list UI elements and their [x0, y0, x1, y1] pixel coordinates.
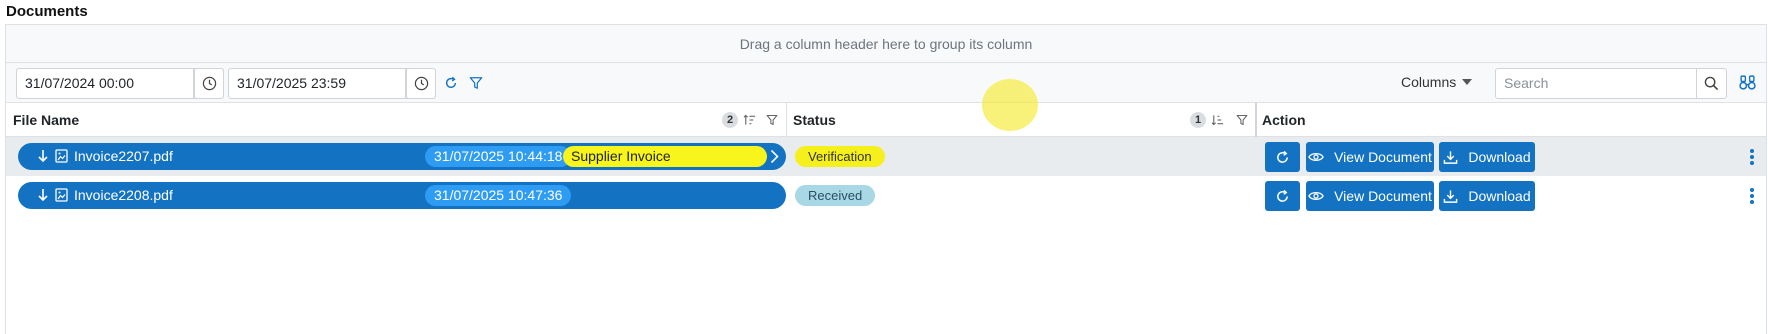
download-button[interactable]: Download	[1439, 181, 1535, 211]
download-icon	[1444, 150, 1458, 164]
grid-toolbar: 31/07/2024 00:00 31/07/2025 23:59 Column…	[6, 63, 1766, 103]
column-filter-button[interactable]	[1234, 112, 1250, 128]
view-document-button[interactable]: View Document	[1306, 142, 1434, 172]
column-separator[interactable]	[786, 103, 787, 137]
time-to-button[interactable]	[406, 68, 436, 99]
download-label: Download	[1468, 188, 1531, 204]
file-chip[interactable]: Invoice2208.pdf 31/07/2025 10:47:36	[18, 182, 786, 209]
sort-button[interactable]	[741, 112, 757, 128]
download-icon	[1444, 189, 1458, 203]
file-name: Invoice2207.pdf	[74, 148, 173, 164]
documents-grid: Drag a column header here to group its c…	[5, 24, 1767, 334]
grid-header: File Name 2 Status 1 Action	[6, 103, 1766, 137]
caret-down-icon	[1462, 79, 1473, 85]
filter-icon	[469, 77, 483, 89]
refresh-icon	[445, 76, 457, 88]
columns-label: Columns	[1401, 74, 1457, 90]
date-from-input[interactable]: 31/07/2024 00:00	[17, 69, 193, 98]
column-header-action: Action	[1262, 103, 1306, 137]
document-type-tag: Supplier Invoice	[563, 146, 767, 167]
status-badge: Verification	[795, 146, 885, 167]
down-arrow-icon	[38, 189, 48, 202]
sort-descending-icon	[1211, 115, 1223, 126]
group-panel[interactable]: Drag a column header here to group its c…	[6, 25, 1766, 63]
file-chip[interactable]: Invoice2207.pdf 31/07/2025 10:44:18 Supp…	[18, 143, 786, 170]
filter-button[interactable]	[467, 74, 485, 92]
table-row[interactable]: Invoice2207.pdf 31/07/2025 10:44:18 Supp…	[6, 137, 1766, 176]
column-separator[interactable]	[1255, 103, 1257, 137]
image-file-icon	[55, 149, 68, 163]
eye-icon	[1308, 192, 1324, 200]
page-title: Documents	[6, 3, 88, 20]
view-document-label: View Document	[1334, 188, 1432, 204]
reprocess-button[interactable]	[1265, 181, 1300, 211]
binoculars-icon	[1739, 75, 1756, 90]
column-header-label: File Name	[13, 112, 80, 128]
clock-icon	[414, 76, 428, 91]
chevron-right-icon[interactable]	[770, 149, 779, 164]
upload-date-badge: 31/07/2025 10:47:36	[425, 185, 572, 206]
status-badge: Received	[795, 185, 876, 206]
table-row[interactable]: Invoice2208.pdf 31/07/2025 10:47:36 Rece…	[6, 176, 1766, 215]
column-header-file-name[interactable]: File Name	[13, 103, 79, 137]
sort-ascending-icon	[743, 114, 755, 125]
filter-icon	[766, 114, 778, 126]
date-to-input[interactable]: 31/07/2025 23:59	[229, 69, 405, 98]
columns-button[interactable]: Columns	[1401, 74, 1473, 90]
upload-date-badge: 31/07/2025 10:44:18	[425, 146, 572, 167]
view-document-label: View Document	[1334, 149, 1432, 165]
sort-order-badge: 2	[722, 112, 738, 128]
column-filter-button[interactable]	[764, 112, 780, 128]
sort-button[interactable]	[1209, 112, 1225, 128]
file-name: Invoice2208.pdf	[74, 187, 173, 203]
search-icon	[1704, 76, 1719, 91]
refresh-icon	[1277, 189, 1288, 202]
filter-icon	[1236, 114, 1248, 126]
column-header-status[interactable]: Status	[793, 103, 836, 137]
sort-order-badge: 1	[1190, 112, 1206, 128]
date-to-picker[interactable]: 31/07/2025 23:59	[228, 68, 436, 99]
down-arrow-icon	[38, 150, 48, 163]
search-input[interactable]: Search	[1496, 69, 1696, 98]
eye-icon	[1308, 153, 1324, 161]
kebab-menu-icon[interactable]	[1748, 186, 1756, 206]
refresh-icon	[1277, 150, 1288, 163]
clock-icon	[202, 76, 216, 91]
reprocess-button[interactable]	[1265, 142, 1300, 172]
search-box[interactable]: Search	[1495, 68, 1727, 99]
column-header-label: Status	[793, 112, 836, 128]
kebab-menu-icon[interactable]	[1748, 147, 1756, 167]
column-header-label: Action	[1262, 112, 1306, 128]
download-label: Download	[1468, 149, 1531, 165]
search-button[interactable]	[1696, 69, 1726, 98]
view-document-button[interactable]: View Document	[1306, 181, 1434, 211]
download-button[interactable]: Download	[1439, 142, 1535, 172]
time-from-button[interactable]	[194, 68, 224, 99]
group-panel-text: Drag a column header here to group its c…	[739, 35, 1033, 52]
image-file-icon	[55, 188, 68, 202]
date-from-picker[interactable]: 31/07/2024 00:00	[16, 68, 224, 99]
refresh-button[interactable]	[442, 74, 460, 92]
find-button[interactable]	[1739, 74, 1756, 94]
